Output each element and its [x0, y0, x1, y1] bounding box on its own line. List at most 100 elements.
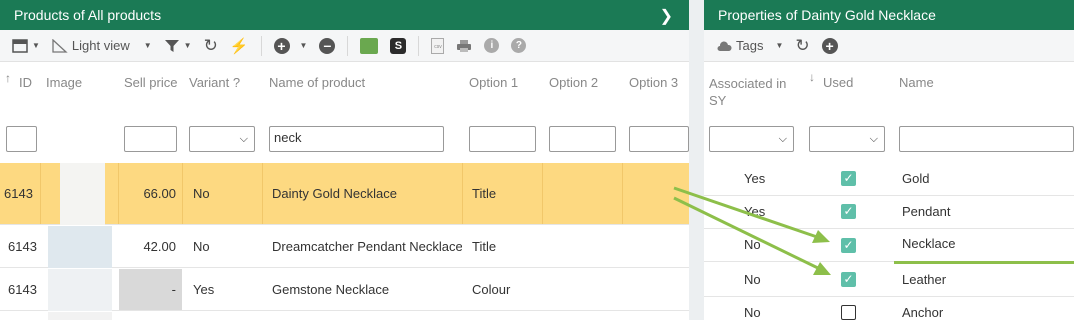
- shopify-button[interactable]: S: [386, 36, 410, 56]
- cell-name: Dreamcatcher Pendant Necklace: [263, 226, 463, 267]
- refresh-icon: ↻: [203, 35, 218, 55]
- sell-price-filter-input[interactable]: [124, 126, 177, 152]
- filter-button[interactable]: ▼: [160, 37, 196, 55]
- csv-export-button[interactable]: csv: [427, 36, 448, 56]
- table-row[interactable]: 6143 - Yes Gemstone Necklace Colour: [0, 269, 689, 311]
- view-select-button[interactable]: Light view ▼: [48, 36, 156, 55]
- add-button[interactable]: +: [818, 36, 842, 56]
- filter-icon: [164, 39, 179, 52]
- cell-image: [41, 226, 119, 268]
- print-button[interactable]: [452, 37, 476, 55]
- list-item[interactable]: No Anchor: [704, 297, 1074, 320]
- cell-option2: [543, 163, 623, 224]
- property-name: Leather: [902, 272, 947, 287]
- toolbar-divider: [347, 35, 349, 56]
- cell-variant: Yes: [183, 269, 263, 310]
- column-header-name[interactable]: Name of product: [269, 75, 365, 90]
- chevron-down-icon: ⌵: [778, 132, 787, 145]
- cell-sell-price: 66.00: [119, 163, 183, 224]
- info-button[interactable]: i: [480, 36, 503, 55]
- table-row[interactable]: [0, 312, 689, 320]
- properties-panel-header: Properties of Dainty Gold Necklace: [704, 0, 1074, 30]
- column-header-option3[interactable]: Option 3: [629, 75, 678, 90]
- sort-down-icon[interactable]: ↓: [809, 70, 815, 84]
- column-header-image[interactable]: Image: [46, 75, 82, 90]
- name-filter-input[interactable]: neck: [269, 126, 444, 152]
- product-thumbnail: [48, 312, 112, 320]
- refresh-button[interactable]: ↻: [791, 34, 813, 58]
- used-checkbox[interactable]: ✓: [841, 171, 856, 186]
- layout-menu-button[interactable]: ▼: [8, 37, 44, 55]
- table-row[interactable]: 6143 42.00 No Dreamcatcher Pendant Neckl…: [0, 226, 689, 268]
- printer-icon: [457, 39, 472, 52]
- toolbar-divider: [260, 35, 262, 56]
- property-name: Anchor: [902, 305, 944, 320]
- column-header-associated[interactable]: Associated in SY: [709, 75, 799, 109]
- name-filter-input[interactable]: [899, 126, 1074, 152]
- column-header-sell-price[interactable]: Sell price: [124, 75, 177, 90]
- add-button[interactable]: + ▼: [270, 36, 312, 56]
- shopify-bag-icon: S: [390, 37, 407, 54]
- sort-up-icon[interactable]: ↑: [5, 71, 11, 85]
- lightning-icon: ⚡: [229, 37, 249, 55]
- caret-down-icon: ▼: [143, 41, 152, 50]
- refresh-button[interactable]: ↻: [200, 34, 222, 58]
- list-item[interactable]: Yes ✓ Pendant: [704, 195, 1074, 229]
- remove-button[interactable]: –: [315, 36, 339, 56]
- list-item[interactable]: No ✓ Leather: [704, 263, 1074, 297]
- column-header-variant[interactable]: Variant ?: [189, 75, 240, 90]
- cell-id: 6143: [0, 163, 41, 224]
- cell-sell-price: -: [119, 269, 183, 310]
- tags-menu-button[interactable]: Tags ▼: [712, 36, 787, 55]
- variant-filter-select[interactable]: ⌵: [189, 126, 255, 152]
- column-header-option1[interactable]: Option 1: [469, 75, 518, 90]
- cell-id: 6143: [0, 269, 41, 310]
- app-root: Products of All products ❯ ▼ Light view …: [0, 0, 1074, 320]
- cell-sell-price: 42.00: [119, 226, 183, 267]
- products-toolbar: ▼ Light view ▼ ▼ ↻ ⚡ + ▼ – S csv i ?: [0, 30, 689, 62]
- caret-down-icon: ▼: [32, 41, 40, 50]
- refresh-icon: ↻: [795, 35, 810, 55]
- caret-down-icon: ▼: [183, 41, 192, 50]
- cell-variant: No: [183, 226, 263, 267]
- table-row[interactable]: 6143 66.00 No Dainty Gold Necklace Title: [0, 163, 689, 225]
- used-filter-select[interactable]: ⌵: [809, 126, 885, 152]
- cell-option1: Title: [463, 226, 543, 267]
- id-filter-input[interactable]: [6, 126, 37, 152]
- properties-toolbar: Tags ▼ ↻ +: [704, 30, 1074, 62]
- associated-filter-select[interactable]: ⌵: [709, 126, 794, 152]
- associated-value: No: [744, 305, 761, 320]
- cloud-icon: [717, 40, 732, 51]
- product-thumbnail: [48, 226, 112, 268]
- list-item[interactable]: No ✓ Necklace: [704, 228, 1074, 264]
- shopify-export-button[interactable]: [356, 36, 382, 56]
- shopify-export-icon: [360, 37, 379, 54]
- help-icon: ?: [511, 38, 527, 53]
- product-thumbnail: [48, 269, 112, 311]
- used-checkbox[interactable]: ✓: [841, 272, 856, 287]
- view-label: Light view: [71, 38, 130, 53]
- used-checkbox[interactable]: [841, 305, 856, 320]
- associated-value: No: [744, 237, 761, 252]
- option3-filter-input[interactable]: [629, 126, 689, 152]
- quick-action-button[interactable]: ⚡: [226, 35, 253, 57]
- plus-circle-icon: +: [273, 37, 290, 54]
- column-header-id[interactable]: ID: [19, 75, 32, 90]
- associated-value: Yes: [744, 204, 766, 219]
- help-button[interactable]: ?: [507, 36, 530, 55]
- chevron-down-icon: ⌵: [869, 132, 878, 145]
- option2-filter-input[interactable]: [549, 126, 616, 152]
- csv-file-icon: csv: [431, 37, 445, 54]
- column-header-name[interactable]: Name: [899, 75, 934, 90]
- column-header-option2[interactable]: Option 2: [549, 75, 598, 90]
- chevron-right-icon[interactable]: ❯: [660, 6, 673, 26]
- cell-name: Dainty Gold Necklace: [263, 163, 463, 224]
- list-item[interactable]: Yes ✓ Gold: [704, 162, 1074, 196]
- used-checkbox[interactable]: ✓: [841, 204, 856, 219]
- column-header-used[interactable]: Used: [823, 75, 853, 90]
- property-name: Necklace: [902, 236, 956, 251]
- cell-image: [41, 269, 119, 311]
- tags-label: Tags: [736, 38, 764, 53]
- option1-filter-input[interactable]: [469, 126, 536, 152]
- used-checkbox[interactable]: ✓: [841, 238, 856, 253]
